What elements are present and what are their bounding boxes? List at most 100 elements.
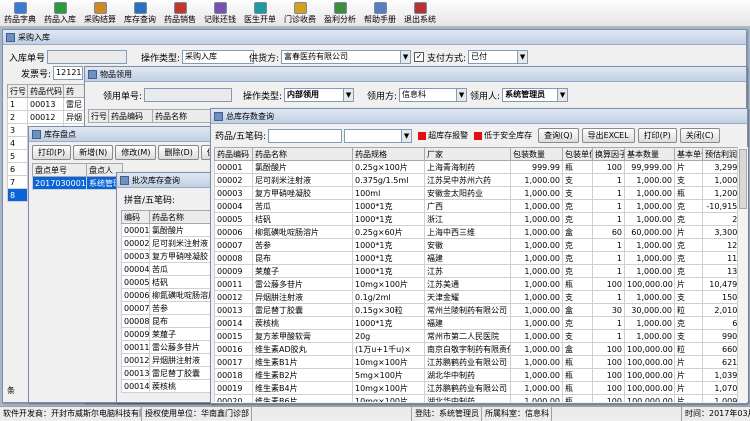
table-row[interactable]: 00012 异烟肼注射液 xyxy=(121,353,222,367)
pay-select[interactable]: 已付 xyxy=(468,50,519,64)
table-cell: 3,300.00 xyxy=(702,225,737,239)
table-row[interactable]: 00005桔矾1000*1克浙江1,000.00克11,000.00克2.67 xyxy=(214,212,737,226)
req-optype-select[interactable]: 内部领用 xyxy=(284,88,345,102)
table-row[interactable]: 00018 维生素B2片 5mg×100片 湖北华中制药 1,000.00 瓶 100 100… xyxy=(214,368,737,382)
stock-scrollbar[interactable] xyxy=(737,147,748,402)
pay-checkbox[interactable]: ✓ xyxy=(414,52,425,62)
table-row[interactable]: 00003 复方甲硝唑凝胶 100ml 安徽金太阳药业 1,000.00 支 1 1,000.… xyxy=(214,186,737,200)
table-row[interactable]: 00011 雷公藤多苷片 10mg×100片 江苏美通 1,000.00 瓶 100 100,… xyxy=(214,277,737,291)
table-row[interactable]: 00005 桔矾 xyxy=(121,275,222,289)
toolbar-button[interactable]: 药品字典 xyxy=(2,0,38,27)
req-person-dropdown-icon[interactable]: ▼ xyxy=(557,88,569,102)
stock-button[interactable]: 导出EXCEL xyxy=(581,128,635,143)
table-row[interactable]: 00007 苦参 xyxy=(121,301,222,315)
stocktake-button[interactable]: 新增(N) xyxy=(73,145,114,160)
table-cell: 00001 xyxy=(121,223,150,237)
stocktake-button[interactable]: 修改(M) xyxy=(115,145,157,160)
table-cell: 瓶 xyxy=(562,355,593,369)
req-no-input[interactable] xyxy=(144,88,233,102)
column-header: 包装数量 xyxy=(510,147,563,161)
table-row[interactable]: 00008 昆布 xyxy=(121,314,222,328)
table-cell: 2,010.00 xyxy=(702,303,737,317)
stock-button[interactable]: 打印(P) xyxy=(637,128,677,143)
table-cell: 4 xyxy=(7,136,28,150)
table-row[interactable]: 00016维生素AD胶丸(1万u+1千u)×南京白敬宇制药有限责任公司1,000… xyxy=(214,342,737,356)
batch-titlebar[interactable]: 批次库存查询 xyxy=(117,173,221,188)
table-row[interactable]: 00006 柳氮磺吡啶肠溶片 0.25g×60片 上海中西三维 1,000.00 盒 60 6… xyxy=(214,225,737,239)
table-row[interactable]: 00004 苦瓜 xyxy=(121,262,222,276)
table-row[interactable]: 00017 维生素B1片 10mg×100片 江苏鹏鹤药业有限公司 1,000.00 瓶 1… xyxy=(214,355,737,369)
table-row[interactable]: 00007苦参1000*1克安徽1,000.00克11,000.00克12.74 xyxy=(214,238,737,252)
status-login: 登陆：系统管理员 xyxy=(412,406,482,421)
table-row[interactable]: 00002 尼可刹米注射液 xyxy=(121,236,222,250)
order-no-input[interactable] xyxy=(47,50,128,64)
table-row[interactable]: 00002 尼可刹米注射液 0.375g/1.5ml 江苏吴中苏州六药 1,000.00… xyxy=(214,173,737,187)
stock-filter-select[interactable] xyxy=(344,128,403,143)
table-row[interactable]: 00001 氯酚酸片 0.25g×100片 上海青海制药 999.99 瓶 100 99,99… xyxy=(214,160,737,174)
toolbar-button[interactable]: 门诊收费 xyxy=(282,0,318,27)
table-row[interactable]: 00020 维生素B6片 10mg×100片 湖北华中制药 1,000.00 瓶 100 10… xyxy=(214,394,737,402)
supplier-select[interactable]: 富春医药有限公司 xyxy=(281,50,402,64)
stock-button[interactable]: 关闭(C) xyxy=(679,128,720,143)
table-cell: 13.24 xyxy=(702,264,737,278)
purchase-titlebar[interactable]: 采购入库 xyxy=(3,30,746,45)
table-cell: 上海中西三维 xyxy=(424,225,511,239)
table-row[interactable]: 00008昆布1000*1克福建1,000.00克11,000.00克11.44 xyxy=(214,251,737,265)
table-cell: 1000*1克 xyxy=(352,238,425,252)
optype-select[interactable]: 采购入库 xyxy=(182,50,255,64)
table-row[interactable]: 00011 雷公藤多苷片 xyxy=(121,340,222,354)
stocktake-button[interactable]: 删除(D) xyxy=(158,145,199,160)
table-row[interactable]: 00004 苦瓜 1000*1克 广西 1,000.00 克 1 1,000.00 克 -10,9… xyxy=(214,199,737,213)
toolbar-button[interactable]: 库存查询 xyxy=(122,0,158,27)
status-spacer-2 xyxy=(552,406,682,421)
table-row[interactable]: 2017030001 系统管理 xyxy=(32,176,123,190)
table-row[interactable]: 00013 雷尼替丁胶囊 xyxy=(121,366,222,380)
table-cell: 1 xyxy=(592,316,625,330)
table-row[interactable]: 00015 复方苯甲酸软膏 20g 常州市第二人民医院 1,000.00 支 1 1,000.… xyxy=(214,329,737,343)
toolbar-button[interactable]: 帮助手册 xyxy=(362,0,398,27)
req-party-dropdown-icon[interactable]: ▼ xyxy=(456,88,468,102)
batch-query-window: 批次库存查询 拼音/五笔码: 编码 药品名称 00001 氯酚酸片 00002 尼可刹米… xyxy=(116,172,222,403)
stock-filter-dropdown-icon[interactable]: ▼ xyxy=(401,128,413,143)
table-cell: 00019 xyxy=(214,381,253,395)
table-row[interactable]: 00014 蒺核桃 xyxy=(121,379,222,393)
column-header: 盘点单号 xyxy=(32,163,87,177)
table-cell: 1,000.00 xyxy=(624,186,675,200)
stock-button[interactable]: 查询(Q) xyxy=(538,128,579,143)
req-party-select[interactable]: 信息科 xyxy=(399,88,458,102)
pay-dropdown-icon[interactable]: ▼ xyxy=(517,50,529,64)
table-cell: 1 xyxy=(592,186,625,200)
table-cell: 广西 xyxy=(424,199,511,213)
req-optype-dropdown-icon[interactable]: ▼ xyxy=(343,88,355,102)
table-row[interactable]: 00013 雷尼替丁胶囊 0.15g×30粒 常州兰陵制药有限公司 1,000.00 盒 3… xyxy=(214,303,737,317)
table-row[interactable]: 00009莱菔子1000*1克江苏1,000.00克11,000.00克13.2… xyxy=(214,264,737,278)
table-row[interactable]: 00001 氯酚酸片 xyxy=(121,223,222,237)
table-row[interactable]: 00003 复方甲硝唑凝胶 xyxy=(121,249,222,263)
table-row[interactable]: 00006 柳氮磺吡啶肠溶片 xyxy=(121,288,222,302)
supplier-dropdown-icon[interactable]: ▼ xyxy=(400,50,412,64)
invoice-input[interactable]: 12121 xyxy=(53,66,84,80)
toolbar-button[interactable]: 记账还钱 xyxy=(202,0,238,27)
table-cell: 1,000.00 xyxy=(624,290,675,304)
table-cell: 1,000.00 xyxy=(624,212,675,226)
table-row[interactable]: 00019 维生素B4片 10mg×100片 江苏鹏鹤药业有限公司 1,000.00 瓶 1… xyxy=(214,381,737,395)
table-row[interactable]: 00014蒺核桃1000*1克福建1,000.00克11,000.00克6.24 xyxy=(214,316,737,330)
stock-titlebar[interactable]: 总库存数查询 xyxy=(211,109,747,124)
toolbar-button[interactable]: 退出系统 xyxy=(402,0,438,27)
table-row[interactable]: 00009 莱菔子 xyxy=(121,327,222,341)
requisition-titlebar[interactable]: 物品领用 xyxy=(85,67,746,82)
req-person-select[interactable]: 系统管理员 xyxy=(502,88,559,102)
table-row[interactable]: 00012 异烟肼注射液 0.1g/2ml 天津金耀 1,000.00 支 1 1,000.0… xyxy=(214,290,737,304)
legend-item: 低于安全库存 xyxy=(474,130,532,142)
toolbar-button[interactable]: 盈利分析 xyxy=(322,0,358,27)
toolbar-button[interactable]: 医生开单 xyxy=(242,0,278,27)
toolbar-button[interactable]: 药品入库 xyxy=(42,0,78,27)
table-cell: 克 xyxy=(562,238,593,252)
toolbar-button[interactable]: 采购结算 xyxy=(82,0,118,27)
toolbar-button[interactable]: 药品销售 xyxy=(162,0,198,27)
stock-search-input[interactable] xyxy=(268,128,343,143)
stocktake-button[interactable]: 打印(P) xyxy=(32,145,72,160)
table-cell: 1,000.00 xyxy=(510,173,563,187)
scroll-thumb[interactable] xyxy=(739,149,747,209)
stocktake-titlebar[interactable]: 库存盘点 xyxy=(29,127,215,142)
